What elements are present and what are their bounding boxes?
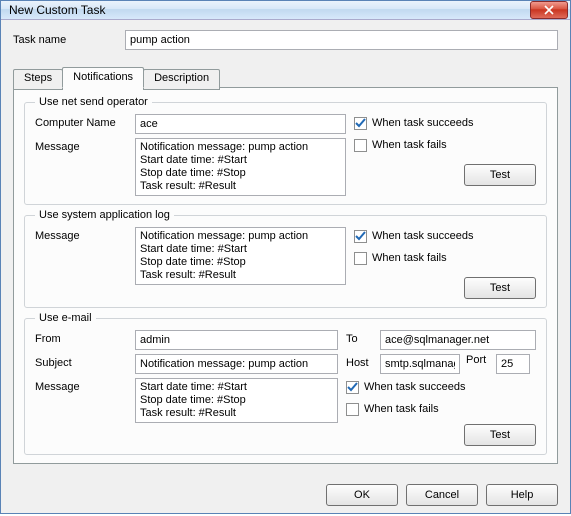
email-group: Use e-mail From Subject Message <box>24 312 547 455</box>
applog-fails-label: When task fails <box>372 252 447 264</box>
checkbox-icon <box>346 403 359 416</box>
email-fails-label: When task fails <box>364 403 439 415</box>
email-test-button[interactable]: Test <box>464 424 536 446</box>
dialog-body: Task name Steps Notifications Descriptio… <box>1 20 570 474</box>
task-name-label: Task name <box>13 34 125 46</box>
email-port-label: Port <box>466 354 496 366</box>
applog-fails-checkbox[interactable]: When task fails <box>354 249 536 267</box>
email-message-label: Message <box>35 378 135 393</box>
email-to-input[interactable] <box>380 330 536 350</box>
applog-succeeds-label: When task succeeds <box>372 230 474 242</box>
cancel-button[interactable]: Cancel <box>406 484 478 506</box>
netsend-succeeds-checkbox[interactable]: When task succeeds <box>354 114 536 132</box>
ok-button[interactable]: OK <box>326 484 398 506</box>
email-from-label: From <box>35 330 135 345</box>
tabs: Steps Notifications Description <box>13 67 558 88</box>
close-icon <box>544 5 554 15</box>
email-subject-input[interactable] <box>135 354 338 374</box>
tab-steps[interactable]: Steps <box>13 69 63 90</box>
tab-panel-notifications: Use net send operator Computer Name Mess… <box>13 87 558 464</box>
dialog-window: New Custom Task Task name Steps Notifica… <box>0 0 571 514</box>
netsend-fails-label: When task fails <box>372 139 447 151</box>
applog-test-button[interactable]: Test <box>464 277 536 299</box>
applog-message-label: Message <box>35 227 135 242</box>
email-port-input[interactable] <box>496 354 530 374</box>
titlebar-title: New Custom Task <box>9 3 530 17</box>
task-name-input[interactable] <box>125 30 558 50</box>
computer-name-input[interactable] <box>135 114 346 134</box>
checkbox-icon <box>354 230 367 243</box>
email-subject-label: Subject <box>35 354 135 369</box>
email-fails-checkbox[interactable]: When task fails <box>346 400 536 418</box>
applog-succeeds-checkbox[interactable]: When task succeeds <box>354 227 536 245</box>
email-legend: Use e-mail <box>35 312 96 324</box>
computer-name-label: Computer Name <box>35 114 135 129</box>
email-succeeds-checkbox[interactable]: When task succeeds <box>346 378 536 396</box>
email-host-input[interactable] <box>380 354 460 374</box>
tab-notifications[interactable]: Notifications <box>62 67 144 88</box>
applog-message-textarea[interactable]: Notification message: pump action Start … <box>135 227 346 285</box>
task-name-row: Task name <box>13 30 558 50</box>
netsend-group: Use net send operator Computer Name Mess… <box>24 96 547 205</box>
checkbox-icon <box>354 139 367 152</box>
netsend-fails-checkbox[interactable]: When task fails <box>354 136 536 154</box>
checkbox-icon <box>346 381 359 394</box>
netsend-message-label: Message <box>35 138 135 153</box>
email-from-input[interactable] <box>135 330 338 350</box>
close-button[interactable] <box>530 1 568 19</box>
titlebar: New Custom Task <box>1 1 570 20</box>
tab-description[interactable]: Description <box>143 69 220 90</box>
email-to-label: To <box>346 330 380 345</box>
checkbox-icon <box>354 252 367 265</box>
help-button[interactable]: Help <box>486 484 558 506</box>
applog-group: Use system application log Message Notif… <box>24 209 547 308</box>
netsend-legend: Use net send operator <box>35 96 152 108</box>
checkbox-icon <box>354 117 367 130</box>
applog-legend: Use system application log <box>35 209 174 221</box>
email-host-label: Host <box>346 354 380 369</box>
netsend-message-textarea[interactable]: Notification message: pump action Start … <box>135 138 346 196</box>
email-succeeds-label: When task succeeds <box>364 381 466 393</box>
netsend-test-button[interactable]: Test <box>464 164 536 186</box>
email-message-textarea[interactable]: Start date time: #Start Stop date time: … <box>135 378 338 423</box>
dialog-footer: OK Cancel Help <box>1 474 570 516</box>
netsend-succeeds-label: When task succeeds <box>372 117 474 129</box>
